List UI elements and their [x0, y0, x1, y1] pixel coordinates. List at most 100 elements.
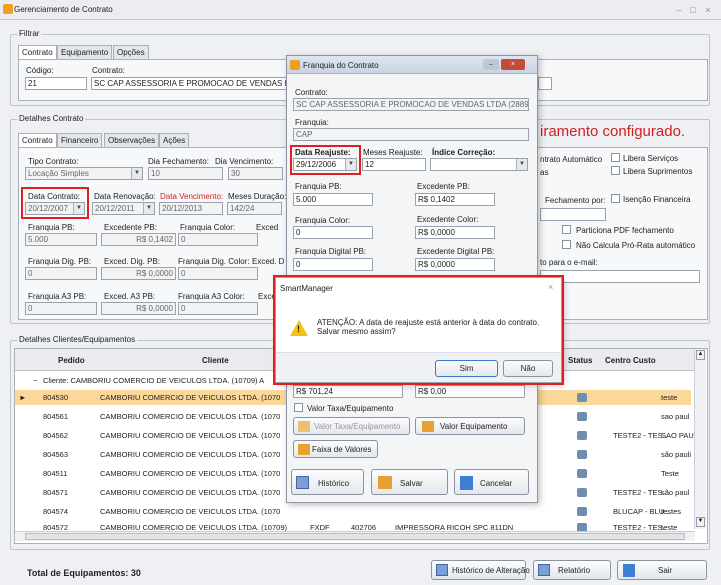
tab-equipamento[interactable]: Equipamento: [57, 45, 113, 59]
dia-vencimento-input[interactable]: 30: [228, 167, 283, 180]
isencao-checkbox[interactable]: [611, 194, 620, 203]
status-icon[interactable]: [577, 450, 587, 459]
fr-excedente-dig-pb-input[interactable]: R$ 0,0000: [415, 258, 495, 271]
chart-icon: [436, 564, 448, 576]
meses-duracao-input[interactable]: 142/24: [227, 202, 282, 215]
codigo-label: Código:: [26, 66, 54, 75]
minimize-icon[interactable]: –: [672, 4, 686, 16]
tab-opcoes[interactable]: Opções: [113, 45, 149, 59]
fr-contrato-input[interactable]: SC CAP ASSESSORIA E PROMOCAO DE VENDAS L…: [293, 98, 529, 111]
faixa-valores-button-label: Faixa de Valores: [312, 445, 372, 454]
window-titlebar: Gerenciamento de Contrato – □ ×: [0, 0, 721, 20]
data-renovacao-input[interactable]: 20/12/2011 ▼: [92, 202, 155, 215]
col-status-header[interactable]: Status: [568, 356, 592, 365]
contrato-input[interactable]: SC CAP ASSESSORIA E PROMOCAO DE VENDAS L…: [91, 77, 287, 90]
valor-taxa-button[interactable]: Valor Taxa/Equipamento: [293, 417, 410, 435]
sair-button[interactable]: Sair: [617, 560, 707, 580]
fr-franquia-pb-input[interactable]: 5.000: [293, 193, 373, 206]
cell-extra: teste: [661, 393, 678, 402]
tab-det-observacoes[interactable]: Observações: [104, 133, 160, 147]
fr-franquia-label: Franquia:: [295, 118, 329, 127]
cell-pedido: 804511: [43, 469, 68, 478]
exced-a3-pb-input[interactable]: R$ 0,0000: [101, 302, 176, 315]
scroll-thumb[interactable]: [25, 533, 685, 540]
maximize-icon[interactable]: □: [686, 4, 700, 16]
franquia-color-input[interactable]: 0: [178, 233, 258, 246]
franquia-pb-input[interactable]: 5.000: [25, 233, 97, 246]
table-row[interactable]: 804574 CAMBORIU COMERCIO DE VEICULOS LTDA…: [15, 504, 691, 519]
fr-indice-select[interactable]: ▼: [430, 158, 528, 171]
particiona-checkbox[interactable]: [562, 225, 571, 234]
scroll-down-arrow-icon[interactable]: ▼: [696, 517, 705, 527]
excedente-pb-input[interactable]: R$ 0,1402: [101, 233, 176, 246]
fechamento-por-input[interactable]: [540, 208, 606, 221]
fr-franquia-pb-label: Franquia PB:: [295, 182, 342, 191]
tab-det-acoes[interactable]: Ações: [159, 133, 190, 147]
libera-servicos-checkbox[interactable]: [611, 153, 620, 162]
nao-calcula-checkbox[interactable]: [562, 240, 571, 249]
close-icon[interactable]: ×: [701, 4, 715, 16]
meses-duracao-label: Meses Duração:: [228, 192, 287, 201]
libera-servicos-label: Libera Serviços: [623, 154, 679, 163]
cell-pedido: 804574: [43, 507, 69, 516]
pencil-icon: [422, 421, 434, 432]
fr-franquia-color-input[interactable]: 0: [293, 226, 373, 239]
relatorio-button[interactable]: Relatório: [533, 560, 611, 580]
minimize-icon[interactable]: –: [483, 59, 499, 70]
data-renovacao-value: 20/12/2011: [95, 204, 135, 213]
historico-button[interactable]: Histórico: [291, 469, 364, 495]
fr-franquia-dig-pb-input[interactable]: 0: [293, 258, 373, 271]
franquia-a3-color-input[interactable]: 0: [178, 302, 258, 315]
fr-contrato-label: Contrato:: [295, 88, 328, 97]
franquia-dig-pb-label: Franquia Dig. PB:: [28, 257, 92, 266]
status-icon[interactable]: [577, 507, 587, 516]
vertical-scrollbar[interactable]: ▲ ▼: [694, 349, 706, 529]
salvar-button[interactable]: Salvar: [371, 469, 448, 495]
fr-excedente-color-input[interactable]: R$ 0,0000: [415, 226, 495, 239]
exced-dig-pb-input[interactable]: R$ 0,0000: [101, 267, 176, 280]
franquia-dig-color-label: Franquia Dig. Color:: [178, 257, 250, 266]
valor-taxa-button-label: Valor Taxa/Equipamento: [314, 422, 401, 431]
tab-det-contrato[interactable]: Contrato: [18, 133, 57, 147]
tab-det-financeiro[interactable]: Financeiro: [57, 133, 103, 147]
data-vencimento-input[interactable]: 20/12/2013: [159, 202, 223, 215]
status-icon[interactable]: [577, 488, 587, 497]
cell-extra: são pauli: [661, 450, 692, 459]
col-pedido-header[interactable]: Pedido: [58, 356, 85, 365]
status-icon[interactable]: [577, 469, 587, 478]
franquia-a3-pb-input[interactable]: 0: [25, 302, 97, 315]
tipo-contrato-select[interactable]: Locação Simples ▼: [25, 167, 143, 180]
collapse-icon[interactable]: −: [33, 373, 37, 388]
valor-taxa-checkbox[interactable]: [294, 403, 303, 412]
status-icon[interactable]: [577, 431, 587, 440]
valor-equipamento-button[interactable]: Valor Equipamento: [415, 417, 525, 435]
contrato-lookup-end[interactable]: [538, 77, 552, 90]
col-centro-custo-header[interactable]: Centro Custo: [605, 356, 656, 365]
libera-suprimentos-checkbox[interactable]: [611, 166, 620, 175]
email-input[interactable]: [540, 270, 700, 283]
status-icon[interactable]: [577, 412, 587, 421]
scroll-up-arrow-icon[interactable]: ▲: [696, 350, 705, 360]
tipo-contrato-value: Locação Simples: [28, 169, 89, 178]
col-cliente-header[interactable]: Cliente: [202, 356, 229, 365]
cell-centro: TESTE2 - TES..: [613, 488, 667, 497]
email-label: to para o e-mail:: [540, 258, 598, 267]
cell-cliente: CAMBORIU COMERCIO DE VEICULOS LTDA. (107…: [100, 488, 281, 497]
fr-valor2-input[interactable]: R$ 0,00: [415, 385, 525, 398]
horizontal-scrollbar[interactable]: [15, 531, 695, 541]
status-icon[interactable]: [577, 393, 587, 402]
franquia-dig-pb-input[interactable]: 0: [25, 267, 97, 280]
fr-meses-reajuste-input[interactable]: 12: [362, 158, 426, 171]
close-icon[interactable]: ×: [501, 59, 525, 70]
faixa-valores-button[interactable]: Faixa de Valores: [293, 440, 378, 458]
historico-alteracao-button[interactable]: Histórico de Alteração: [431, 560, 530, 580]
tab-contrato[interactable]: Contrato: [18, 45, 57, 59]
cell-pedido: 804563: [43, 450, 69, 459]
fr-valor1-input[interactable]: R$ 701,24: [293, 385, 403, 398]
dia-fechamento-input[interactable]: 10: [148, 167, 223, 180]
franquia-dig-color-input[interactable]: 0: [178, 267, 258, 280]
cancelar-button[interactable]: Cancelar: [454, 469, 529, 495]
fr-excedente-pb-input[interactable]: R$ 0,1402: [415, 193, 495, 206]
codigo-input[interactable]: 21: [25, 77, 87, 90]
fr-franquia-input[interactable]: CAP: [293, 128, 529, 141]
